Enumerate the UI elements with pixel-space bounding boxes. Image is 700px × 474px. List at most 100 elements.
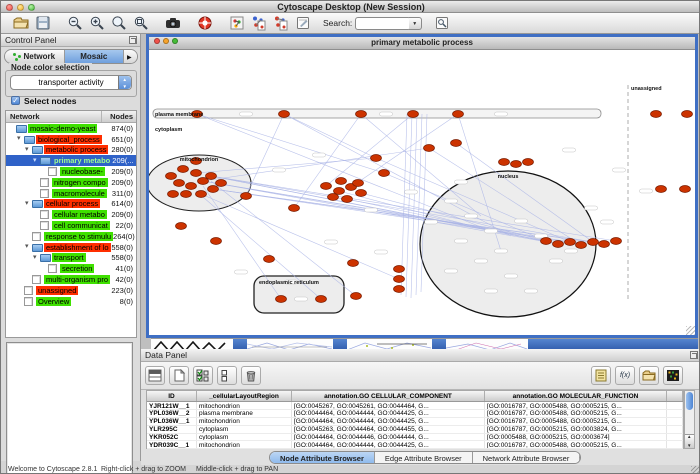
network-node[interactable] [342,196,353,203]
network-node[interactable] [191,170,202,177]
function-icon[interactable]: f(x) [615,366,635,385]
network-node[interactable] [611,238,622,245]
network-node[interactable] [656,186,667,193]
network-node[interactable] [276,296,287,303]
notes-icon[interactable] [591,366,611,385]
network-node[interactable] [424,145,435,152]
network-node[interactable] [680,186,691,193]
column-header[interactable]: annotation.GO CELLULAR_COMPONENT [292,391,485,401]
scrollbar-thumb[interactable] [686,392,693,410]
network-node[interactable] [186,183,197,190]
tree-row[interactable]: unassigned223(0) [6,285,136,296]
frame-titlebar[interactable]: primary metabolic process [149,37,695,50]
zoom-out-icon[interactable] [66,14,86,32]
network-node[interactable] [682,111,693,118]
background-window[interactable] [247,338,333,349]
network-edge[interactable] [284,114,376,158]
scrollbar-arrows-icon[interactable] [685,434,694,448]
search-input[interactable] [355,17,411,30]
network-node[interactable] [356,190,367,197]
tree-row[interactable]: nucleobase-209(0) [6,166,136,177]
network-node[interactable] [168,191,179,198]
network-node[interactable] [216,180,227,187]
window-resize-grip[interactable] [691,466,700,474]
background-window[interactable] [347,338,432,349]
table-row[interactable]: YPL036W__1mitochondrion[GO:0044464, GO:0… [147,418,683,426]
float-panel-icon[interactable] [129,36,137,44]
network-node[interactable] [394,286,405,293]
tree-row[interactable]: cellular metabo209(0) [6,209,136,220]
new-attribute-icon[interactable] [169,366,189,385]
table-row[interactable]: YDR039C__1mitochondrion[GO:0044464, GO:0… [147,441,683,449]
tab-network[interactable]: Network [5,50,65,63]
background-window[interactable] [528,338,698,349]
column-header[interactable]: _cellularLayoutRegion [197,391,292,401]
table-row[interactable]: YLR295Ccytoplasm[GO:0045263, GO:0044464,… [147,426,683,434]
float-panel-icon[interactable] [690,351,698,359]
tree-row[interactable]: secretion41(0) [6,263,136,274]
network-view-frame[interactable]: primary metabolic process plasma membran… [146,34,698,338]
network-node[interactable] [371,155,382,162]
network-node[interactable] [264,256,275,263]
background-window[interactable] [333,338,347,349]
network-node[interactable] [241,193,252,200]
network-node[interactable] [511,161,522,168]
network-node[interactable] [208,186,219,193]
network-node[interactable] [328,194,339,201]
column-header[interactable]: ID [147,391,197,401]
unselect-attributes-icon[interactable] [217,366,237,385]
network-node[interactable] [523,159,534,166]
tree-row[interactable]: Overview8(0) [6,296,136,307]
network-node[interactable] [196,191,207,198]
tree-row[interactable]: cellular process614(0) [6,199,136,210]
window-titlebar[interactable]: Cytoscape Desktop (New Session) [1,1,700,13]
tree-row[interactable]: cell communicat22(0) [6,220,136,231]
tree-row[interactable]: macromolecule311(0) [6,188,136,199]
open-folder-icon[interactable] [12,14,32,32]
network-node[interactable] [316,296,327,303]
network-node[interactable] [565,239,576,246]
network-node[interactable] [651,111,662,118]
node-color-dropdown[interactable]: transporter activity [10,75,132,90]
zoom-region-icon[interactable] [132,14,152,32]
network-node[interactable] [166,173,177,180]
attribute-table-icon[interactable] [145,366,165,385]
network-node[interactable] [408,111,419,118]
tree-row[interactable]: response to stimulu264(0) [6,231,136,242]
background-window[interactable] [446,338,528,349]
network-node[interactable] [541,238,552,245]
zoom-in-icon[interactable] [88,14,108,32]
table-row[interactable]: YPL036W__2plasma membrane[GO:0044464, GO… [147,410,683,418]
network-node[interactable] [211,238,222,245]
tab-edge-attribute-browser[interactable]: Edge Attribute Browser [375,452,473,463]
network-node[interactable] [289,205,300,212]
table-vertical-scrollbar[interactable] [684,390,695,449]
network-node[interactable] [174,180,185,187]
network-node[interactable] [553,241,564,248]
tree-row[interactable]: biological_process651(0) [6,134,136,145]
delete-attribute-icon[interactable] [241,366,261,385]
network-node[interactable] [279,111,290,118]
network-node[interactable] [394,276,405,283]
network-node[interactable] [394,266,405,273]
network-node[interactable] [178,166,189,173]
tree-row[interactable]: establishment of lo558(0) [6,242,136,253]
tree-row[interactable]: transport558(0) [6,253,136,264]
tab-overflow-arrow-icon[interactable] [124,50,137,63]
tab-mosaic[interactable]: Mosaic [65,50,125,63]
network-edge[interactable] [246,114,284,196]
import-attributes-icon[interactable] [639,366,659,385]
zoom-fit-icon[interactable] [110,14,130,32]
camera-icon[interactable] [164,14,184,32]
network-graph[interactable]: plasma membranecytoplasmmitochondrionnuc… [149,50,695,335]
network-edge[interactable] [351,114,458,187]
network-node[interactable] [336,178,347,185]
background-window[interactable] [233,338,247,349]
tab-node-attribute-browser[interactable]: Node Attribute Browser [270,452,375,463]
network-node[interactable] [599,241,610,248]
network-canvas[interactable]: plasma membranecytoplasmmitochondrionnuc… [149,50,695,335]
help-lifering-icon[interactable] [196,14,216,32]
background-window[interactable] [432,338,446,349]
tab-network-attribute-browser[interactable]: Network Attribute Browser [473,452,581,463]
matrix-icon[interactable] [663,366,683,385]
